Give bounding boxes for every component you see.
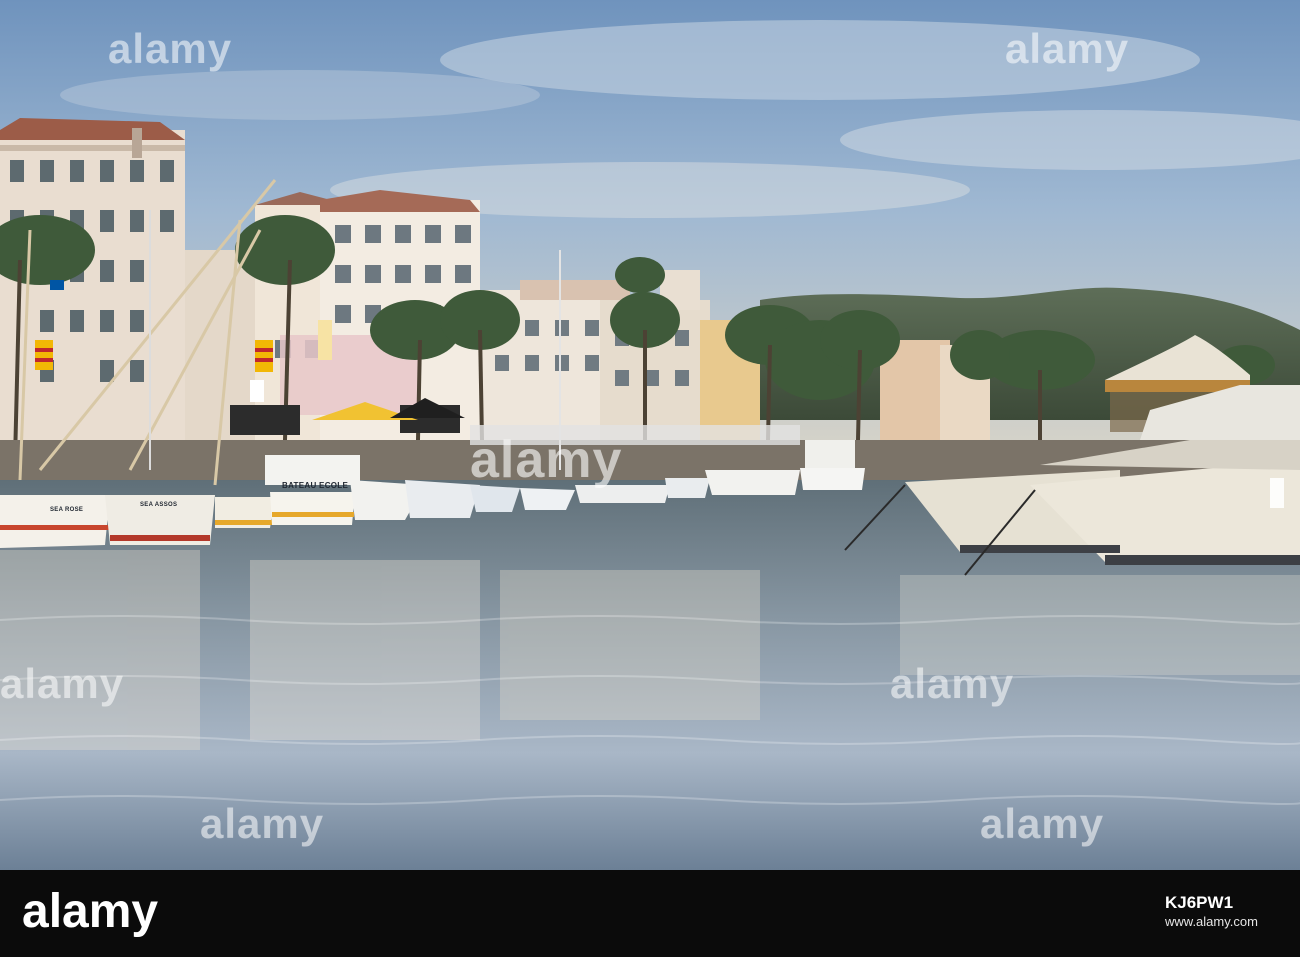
image-frame: BATEAU ECOLE SEA ROSE SEA ASSOS alamy al… [0,0,1300,957]
boat-label-sea-2: SEA ASSOS [140,502,178,508]
watermark: alamy [0,660,125,707]
boat-label-ecole: BATEAU ECOLE [282,481,349,490]
watermark: alamy [470,431,623,489]
harbour-scene [0,0,1300,870]
stock-site-url: www.alamy.com [1165,914,1258,929]
boat-label-sea-1: SEA ROSE [50,507,84,513]
watermark: alamy [980,800,1105,847]
stock-image-id: KJ6PW1 [1165,893,1234,912]
stock-footer-bar [0,870,1300,957]
watermark: alamy [1005,25,1130,72]
watermark: alamy [108,25,233,72]
harbour-photo: BATEAU ECOLE SEA ROSE SEA ASSOS alamy al… [0,0,1300,870]
alamy-logo: alamy [22,885,159,938]
watermark: alamy [890,660,1015,707]
watermark: alamy [200,800,325,847]
stock-info: KJ6PW1 www.alamy.com [1165,893,1258,931]
